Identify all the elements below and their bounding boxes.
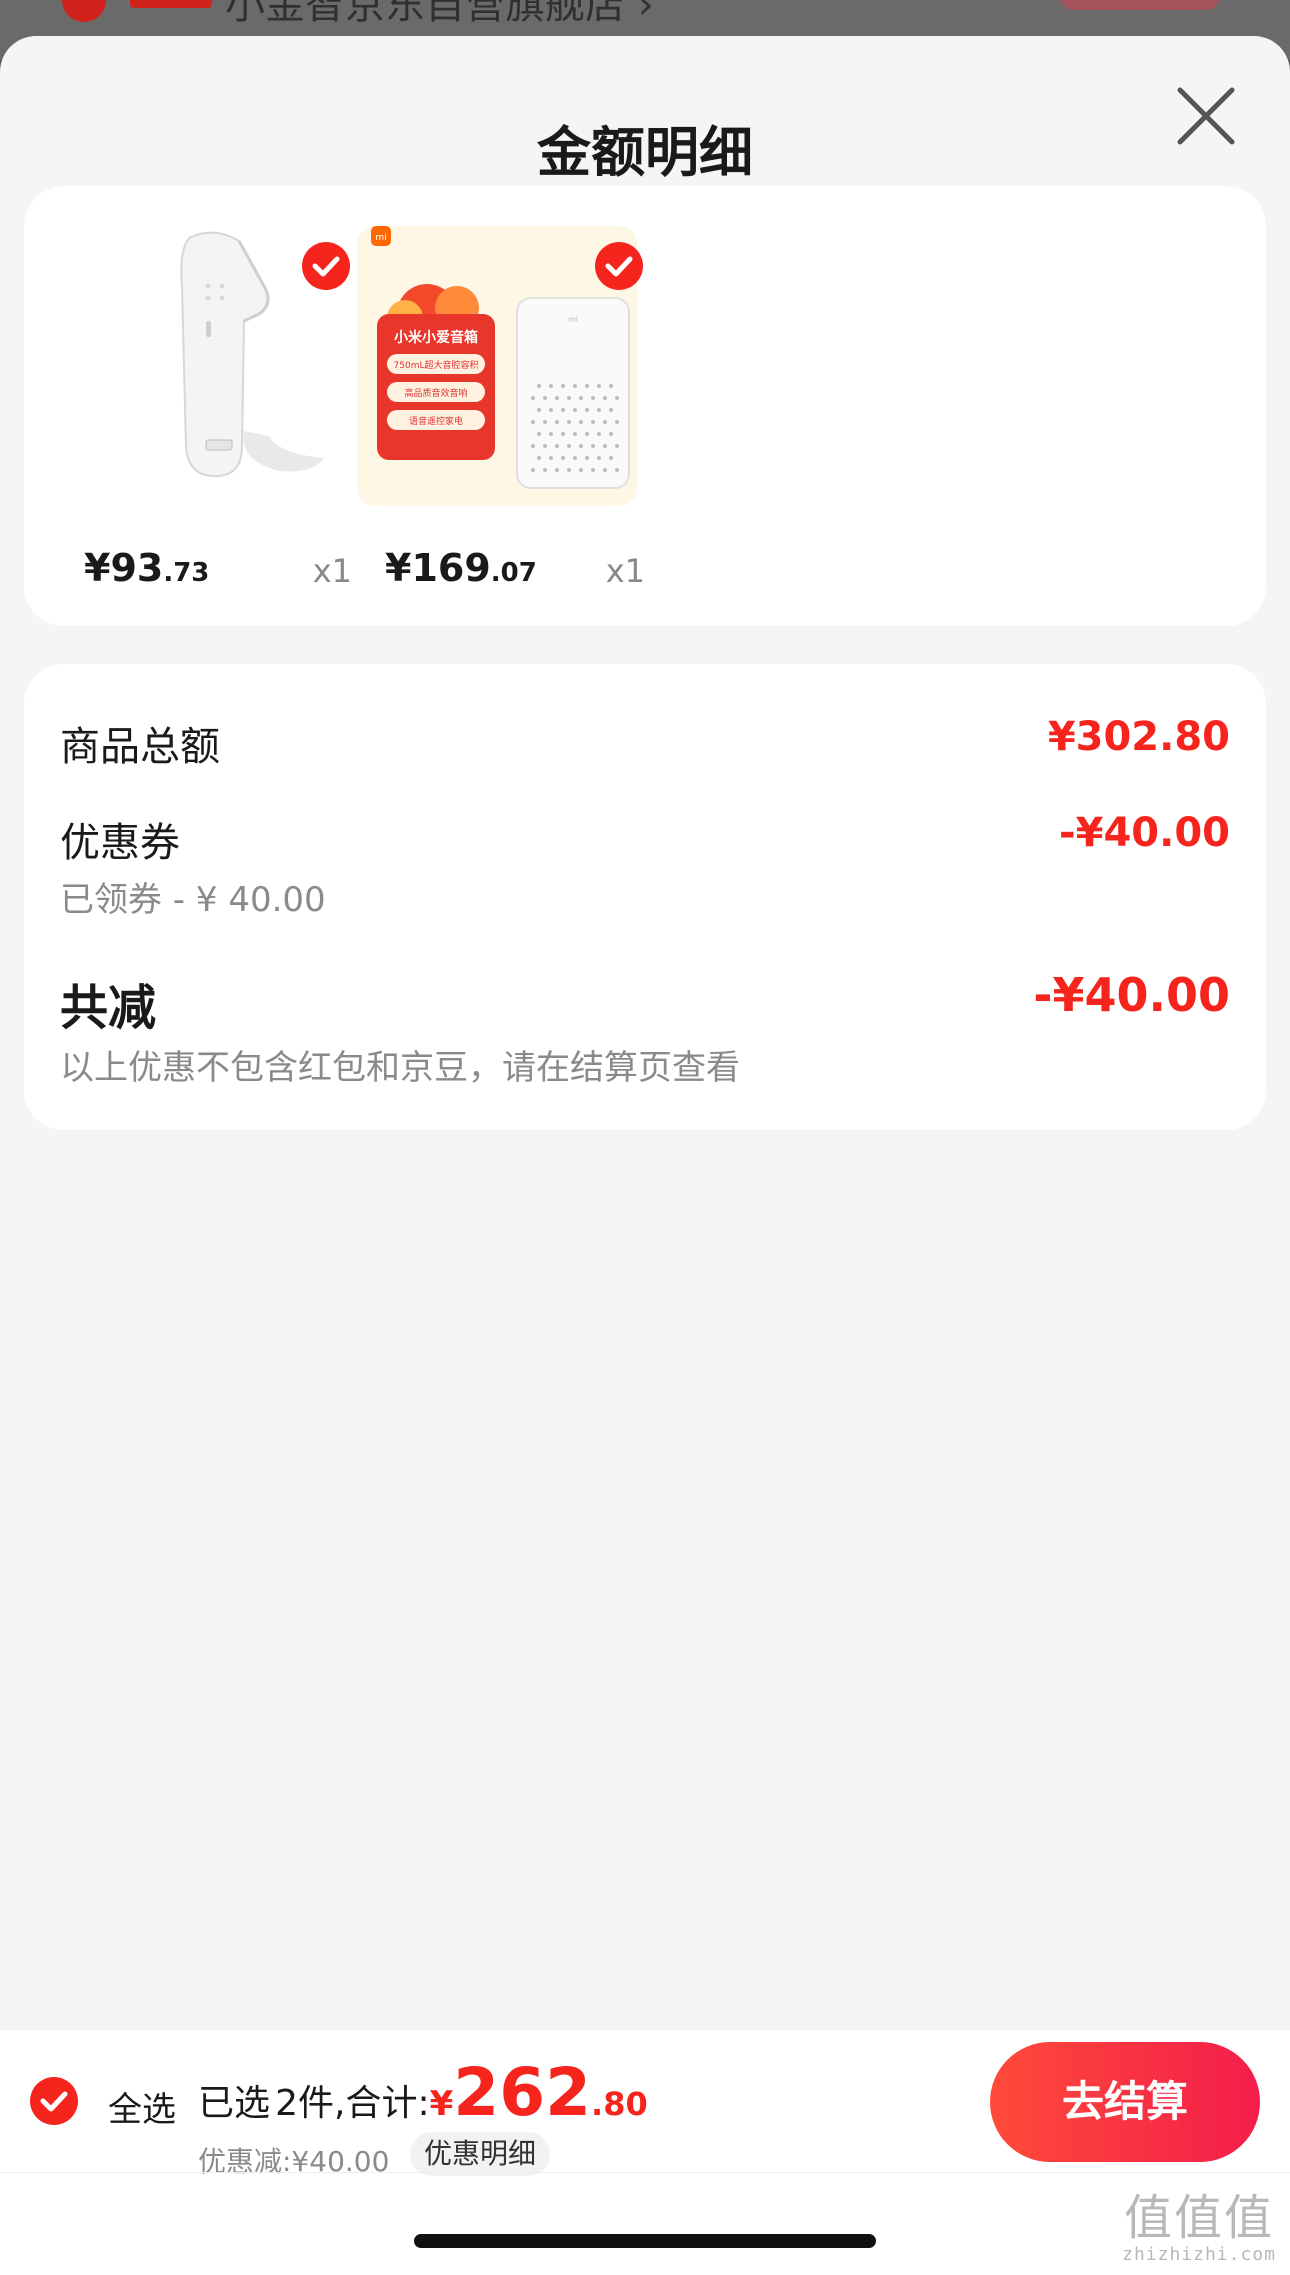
subtotal-label: 商品总额 bbox=[60, 724, 220, 770]
amount-summary-card: 商品总额 ¥302.80 优惠券 -¥40.00 已领券 - ¥ 40.00 共… bbox=[24, 664, 1266, 1130]
subtotal-value: ¥302.80 bbox=[1047, 714, 1230, 760]
product-check-icon[interactable] bbox=[595, 242, 643, 290]
coupon-value: -¥40.00 bbox=[1059, 810, 1230, 856]
total-discount-value: -¥40.00 bbox=[1033, 968, 1230, 1022]
checkout-button[interactable]: 去结算 bbox=[990, 2042, 1260, 2162]
svg-text:750mL超大音腔容积: 750mL超大音腔容积 bbox=[394, 359, 479, 371]
divider bbox=[0, 2172, 1290, 2173]
watermark-logo: 值值值 bbox=[1124, 2190, 1275, 2246]
discount-detail-button[interactable]: 优惠明细 bbox=[410, 2132, 551, 2176]
store-tag bbox=[130, 0, 212, 8]
sheet-title: 金额明细 bbox=[537, 121, 753, 184]
amount-detail-sheet: 金额明细 ¥93.73 x1 mi 小米小爱音箱 750mL超大音腔容积 高品质… bbox=[0, 36, 1290, 2275]
selected-total: 已选 2件,合计:¥262.80 bbox=[198, 2054, 648, 2131]
coupon-label: 优惠券 bbox=[60, 820, 180, 866]
svg-text:高品质音效音响: 高品质音效音响 bbox=[404, 387, 467, 399]
products-card: ¥93.73 x1 mi 小米小爱音箱 750mL超大音腔容积 高品质音效音响 … bbox=[24, 186, 1266, 626]
select-all-check-icon[interactable] bbox=[30, 2077, 78, 2125]
close-icon[interactable] bbox=[1172, 82, 1240, 150]
discount-amount: 优惠减:¥40.00 bbox=[198, 2145, 390, 2178]
watermark: 值值值 zhizhizhi.com bbox=[1122, 2192, 1276, 2265]
svg-text:语音遥控家电: 语音遥控家电 bbox=[409, 415, 463, 427]
coupon-chip bbox=[1060, 0, 1220, 10]
product-qty: x1 bbox=[312, 552, 352, 590]
mi-brand-logo: mi bbox=[375, 233, 386, 243]
product-price: ¥169.07 bbox=[385, 546, 537, 590]
product-check-icon[interactable] bbox=[302, 242, 350, 290]
product-qty: x1 bbox=[605, 552, 645, 590]
store-name: 小金智京东自营旗舰店 › bbox=[225, 0, 654, 28]
checkout-bar: 全选 已选 2件,合计:¥262.80 优惠减:¥40.00 优惠明细 去结算 … bbox=[0, 2030, 1290, 2275]
select-all-label[interactable]: 全选 bbox=[108, 2082, 176, 2131]
svg-text:mi: mi bbox=[568, 315, 578, 324]
product-price: ¥93.73 bbox=[84, 546, 210, 590]
store-badge-icon bbox=[62, 0, 106, 22]
watermark-site: zhizhizhi.com bbox=[1122, 2244, 1276, 2265]
discount-note: 以上优惠不包含红包和京豆，请在结算页查看 bbox=[60, 1048, 740, 1088]
home-indicator[interactable] bbox=[414, 2234, 876, 2248]
svg-text:小米小爱音箱: 小米小爱音箱 bbox=[394, 329, 478, 346]
coupon-detail: 已领券 - ¥ 40.00 bbox=[60, 880, 326, 920]
total-discount-label: 共减 bbox=[60, 980, 157, 1036]
